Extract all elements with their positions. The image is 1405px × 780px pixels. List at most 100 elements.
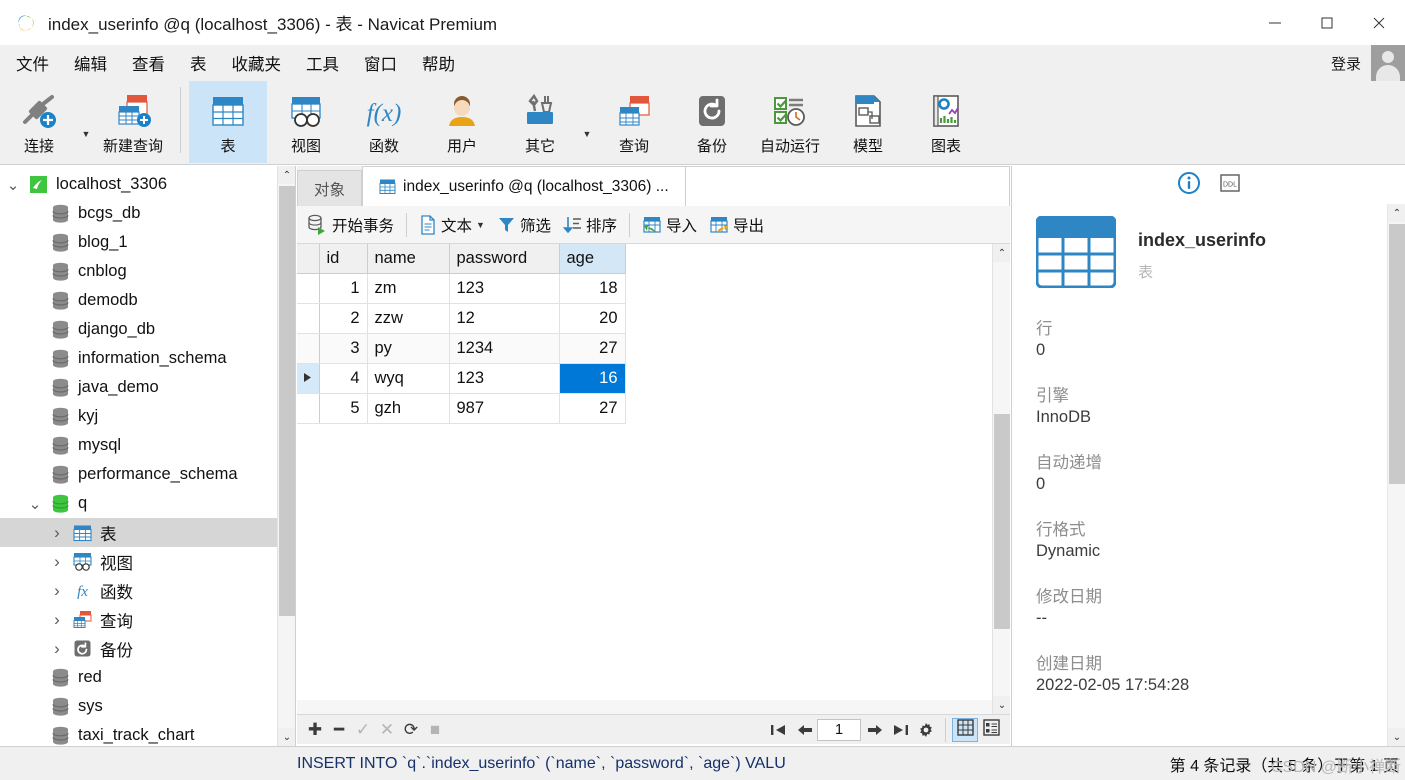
grid-cell-password[interactable]: 1234 (449, 333, 560, 364)
grid-header-password[interactable]: password (449, 244, 560, 274)
prev-page-button[interactable] (791, 718, 817, 742)
grid-vertical-scrollbar[interactable]: ⌃ ⌄ (992, 244, 1010, 714)
chevron-right-icon[interactable]: › (44, 552, 70, 572)
toolbar-button-user[interactable]: 用户 (423, 81, 501, 163)
toolbar-button-automation[interactable]: 自动运行 (751, 81, 829, 163)
grid-cell-age[interactable]: 18 (559, 273, 626, 304)
text-button[interactable]: 文本 ▼ (413, 211, 491, 239)
tree-node-函数[interactable]: › fx 函数 (0, 576, 295, 605)
toolbar-button-query[interactable]: 查询 (595, 81, 673, 163)
menu-favorites[interactable]: 收藏夹 (223, 47, 291, 79)
menu-window[interactable]: 窗口 (355, 47, 406, 79)
grid-scroll-down-icon[interactable]: ⌄ (993, 696, 1010, 714)
grid-cell-id[interactable]: 1 (319, 273, 368, 304)
grid-cell-name[interactable]: gzh (367, 393, 450, 424)
grid-cell-password[interactable]: 123 (449, 273, 560, 304)
grid-view-toggle[interactable] (952, 717, 978, 742)
text-dropdown-caret-icon[interactable]: ▼ (476, 220, 485, 230)
tree-node-taxi_track_chart[interactable]: taxi_track_chart (0, 721, 295, 746)
data-grid[interactable]: id name password age 1 zm 123 18 2 zzw 12 20 3 py 1234… (297, 244, 626, 424)
maximize-button[interactable] (1301, 0, 1353, 45)
menu-file[interactable]: 文件 (7, 47, 58, 79)
data-grid-container[interactable]: id name password age 1 zm 123 18 2 zzw 12 20 3 py 1234… (297, 244, 1010, 714)
chevron-right-icon[interactable]: › (44, 581, 70, 601)
grid-cell-password[interactable]: 12 (449, 303, 560, 334)
sidebar-scroll-down-icon[interactable]: ⌄ (278, 728, 295, 746)
sidebar-scrollbar[interactable]: ⌃ ⌄ (277, 166, 295, 746)
sidebar-scroll-up-icon[interactable]: ⌃ (278, 166, 295, 184)
toolbar-button-backup[interactable]: 备份 (673, 81, 751, 163)
table-row[interactable]: 4 wyq 123 16 (297, 363, 626, 394)
tree-node-mysql[interactable]: mysql (0, 431, 295, 460)
menu-tools[interactable]: 工具 (297, 47, 348, 79)
other-dropdown-caret-icon[interactable]: ▼ (579, 81, 595, 163)
tree-node-备份[interactable]: › 备份 (0, 634, 295, 663)
grid-header-age[interactable]: age (559, 244, 626, 274)
chevron-right-icon[interactable]: › (44, 610, 70, 630)
tree-node-localhost_3306[interactable]: ⌄ localhost_3306 (0, 170, 295, 199)
info-panel-scrollbar[interactable]: ⌃ ⌄ (1387, 204, 1405, 746)
next-page-button[interactable] (861, 718, 887, 742)
toolbar-button-new-query[interactable]: 新建查询 (94, 81, 172, 163)
avatar[interactable] (1371, 45, 1405, 81)
ddl-icon[interactable]: DDL (1219, 173, 1241, 198)
tree-node-表[interactable]: › 表 (0, 518, 295, 547)
toolbar-button-chart[interactable]: 图表 (907, 81, 985, 163)
connection-dropdown-caret-icon[interactable]: ▼ (78, 81, 94, 163)
grid-scroll-up-icon[interactable]: ⌃ (993, 244, 1010, 262)
tree-node-kyj[interactable]: kyj (0, 402, 295, 431)
chevron-right-icon[interactable]: › (44, 639, 70, 659)
tree-node-red[interactable]: red (0, 663, 295, 692)
last-page-button[interactable] (887, 718, 913, 742)
grid-cell-password[interactable]: 987 (449, 393, 560, 424)
first-page-button[interactable] (765, 718, 791, 742)
menu-view[interactable]: 查看 (123, 47, 174, 79)
grid-horizontal-scrollbar[interactable] (297, 700, 992, 714)
toolbar-button-table[interactable]: 表 (189, 81, 267, 163)
form-view-toggle[interactable] (978, 718, 1004, 742)
tree-node-查询[interactable]: › 查询 (0, 605, 295, 634)
grid-scroll-thumb[interactable] (994, 414, 1010, 629)
tree-node-django_db[interactable]: django_db (0, 315, 295, 344)
minimize-button[interactable] (1249, 0, 1301, 45)
grid-cell-name[interactable]: wyq (367, 363, 450, 394)
grid-cell-id[interactable]: 4 (319, 363, 368, 394)
apply-change-button[interactable]: ✓ (351, 718, 375, 742)
chevron-right-icon[interactable]: › (44, 523, 70, 543)
grid-cell-age[interactable]: 16 (559, 363, 626, 394)
add-record-button[interactable]: ✚ (303, 718, 327, 742)
close-button[interactable] (1353, 0, 1405, 45)
grid-cell-id[interactable]: 2 (319, 303, 368, 334)
tree-node-java_demo[interactable]: java_demo (0, 373, 295, 402)
stop-button[interactable]: ■ (423, 718, 447, 742)
toolbar-button-other[interactable]: 其它 (501, 81, 579, 163)
table-row[interactable]: 1 zm 123 18 (297, 273, 626, 304)
chevron-down-icon[interactable]: ⌄ (0, 176, 26, 194)
import-button[interactable]: 导入 (636, 211, 703, 239)
info-icon[interactable] (1177, 171, 1201, 200)
toolbar-button-view[interactable]: 视图 (267, 81, 345, 163)
tree-node-demodb[interactable]: demodb (0, 286, 295, 315)
tree-node-视图[interactable]: › 视图 (0, 547, 295, 576)
cancel-change-button[interactable]: ✕ (375, 718, 399, 742)
toolbar-button-model[interactable]: 模型 (829, 81, 907, 163)
begin-transaction-button[interactable]: 开始事务 (301, 211, 400, 239)
tree-node-information_schema[interactable]: information_schema (0, 344, 295, 373)
grid-cell-name[interactable]: py (367, 333, 450, 364)
sidebar-scroll-thumb[interactable] (279, 186, 295, 616)
table-row[interactable]: 5 gzh 987 27 (297, 393, 626, 424)
tab-objects[interactable]: 对象 (297, 170, 363, 206)
grid-header-id[interactable]: id (319, 244, 368, 274)
table-row[interactable]: 2 zzw 12 20 (297, 303, 626, 334)
grid-settings-button[interactable] (913, 718, 939, 742)
grid-cell-name[interactable]: zzw (367, 303, 450, 334)
info-scroll-down-icon[interactable]: ⌄ (1388, 728, 1405, 746)
export-button[interactable]: 导出 (703, 211, 770, 239)
tree-node-blog_1[interactable]: blog_1 (0, 228, 295, 257)
grid-cell-id[interactable]: 5 (319, 393, 368, 424)
menu-table[interactable]: 表 (181, 47, 216, 79)
tree-node-performance_schema[interactable]: performance_schema (0, 460, 295, 489)
refresh-button[interactable]: ⟳ (399, 718, 423, 742)
chevron-down-icon[interactable]: ⌄ (22, 495, 48, 513)
grid-cell-id[interactable]: 3 (319, 333, 368, 364)
